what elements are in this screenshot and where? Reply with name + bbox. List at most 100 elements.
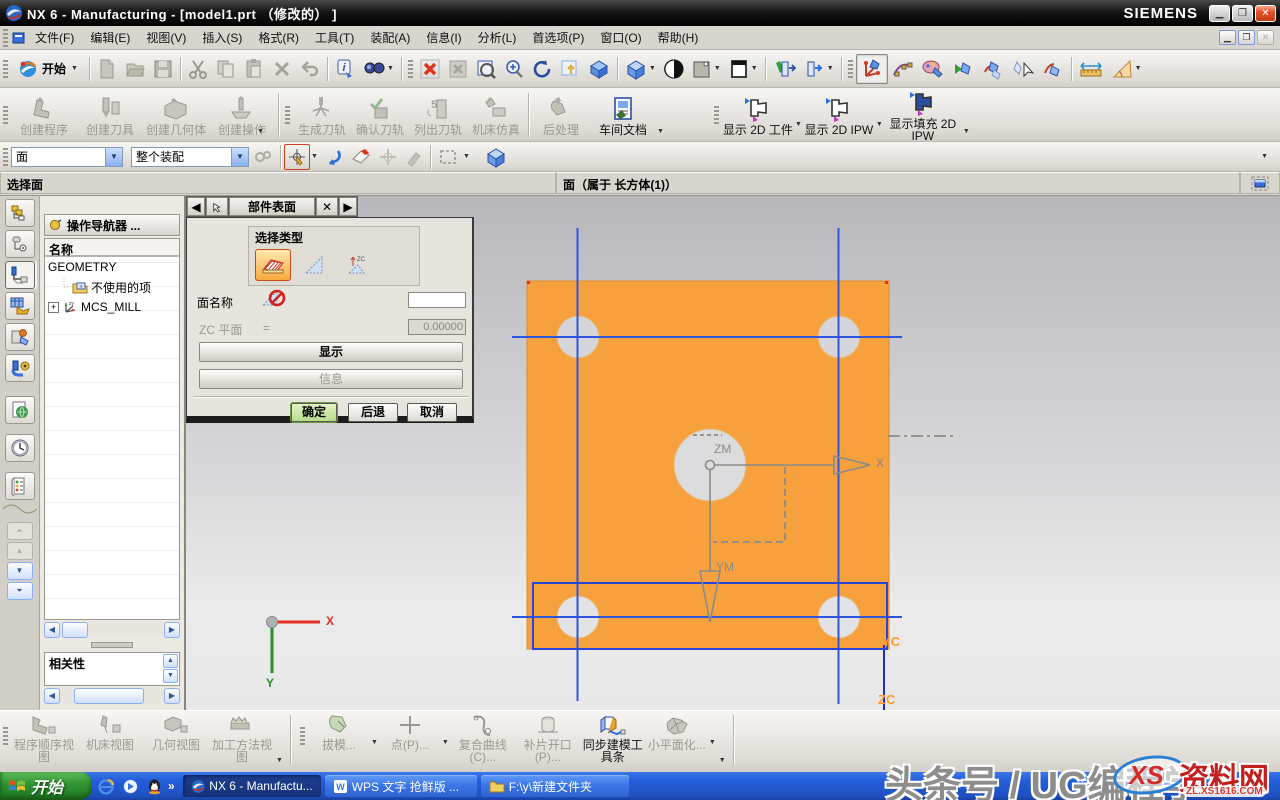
save-icon[interactable] [149, 55, 177, 83]
fit-window-icon[interactable] [1240, 172, 1280, 194]
find-icon[interactable]: ▼ [359, 55, 398, 83]
panel-splitter[interactable] [44, 641, 180, 649]
menu-window[interactable]: 窗口(O) [592, 26, 649, 49]
snap-point-toggle-icon[interactable] [284, 144, 310, 170]
graphics-viewport[interactable]: ZM YM X XC YC ZC X Y ◀ 部件表面 ✕ ▶ 选择类型 [186, 196, 1280, 710]
menu-insert[interactable]: 插入(S) [194, 26, 250, 49]
dropdown-caret-icon[interactable]: ▼ [876, 121, 883, 128]
group-overflow-caret-icon[interactable]: ▼ [657, 128, 664, 135]
toolbar-grip[interactable] [300, 727, 305, 745]
face-rule-button[interactable] [255, 249, 291, 281]
paste-icon[interactable] [240, 55, 268, 83]
zoom-fit-icon[interactable] [444, 55, 472, 83]
dynamic-csys-icon[interactable] [856, 54, 888, 84]
snap-point-icon[interactable] [1038, 55, 1068, 83]
point-set-icon[interactable] [888, 55, 918, 83]
fit-view-icon[interactable] [416, 55, 444, 83]
menu-file[interactable]: 文件(F) [27, 26, 82, 49]
show-filled-2d-ipw-button[interactable]: 显示填充 2D IPW [884, 88, 962, 142]
toolbar-grip[interactable] [3, 148, 8, 166]
quicklaunch-qq-icon[interactable] [144, 776, 164, 796]
create-tool-button[interactable]: 创建刀具 [77, 94, 143, 136]
task-wps[interactable]: W WPS 文字 抢鲜版 ... [325, 775, 477, 797]
shaded-cube-icon[interactable] [481, 143, 511, 171]
rectangle-select-caret-icon[interactable]: ▼ [463, 153, 470, 160]
scroll-bottom-button[interactable]: ⏷ [7, 582, 33, 600]
dialog-next-icon[interactable]: ▶ [339, 197, 357, 216]
pan-view-icon[interactable] [556, 55, 584, 83]
scroll-right-icon[interactable]: ▶ [164, 688, 180, 704]
program-order-view-button[interactable]: 程序顺序视图 [11, 711, 77, 763]
machining-method-view-button[interactable]: 加工方法视图 [209, 711, 275, 763]
create-program-button[interactable]: 创建程序 [11, 94, 77, 136]
mdi-restore-button[interactable]: ❐ [1238, 30, 1255, 45]
open-file-icon[interactable] [121, 55, 149, 83]
list-toolpath-button[interactable]: 5! 列出刀轨 [409, 94, 467, 136]
quicklaunch-ie-icon[interactable] [96, 776, 116, 796]
group-overflow-caret-icon[interactable]: ▼ [719, 757, 726, 764]
undo-selection-icon[interactable] [319, 144, 347, 170]
ok-button[interactable]: 确定 [291, 403, 337, 422]
navigator-header[interactable]: 操作导航器 ... [44, 214, 180, 236]
menu-tools[interactable]: 工具(T) [307, 26, 362, 49]
new-file-icon[interactable] [93, 55, 121, 83]
draft-tool-button[interactable]: 拔模... [308, 711, 370, 751]
mdi-minimize-button[interactable]: ▁ [1219, 30, 1236, 45]
synchronous-modeling-button[interactable]: 同步建模工具条 [580, 711, 646, 763]
combo-arrow-icon[interactable]: ▼ [231, 148, 248, 166]
dropdown-caret-icon[interactable]: ▼ [795, 121, 802, 128]
no-selection-rule-button[interactable] [255, 281, 291, 313]
deselect-icon[interactable] [347, 144, 375, 170]
zc-plane-rule-button[interactable]: ZC [340, 249, 376, 281]
zoom-box-icon[interactable] [472, 55, 500, 83]
menu-edit[interactable]: 编辑(E) [82, 26, 138, 49]
rendering-style-icon[interactable] [660, 55, 688, 83]
dropdown-caret-icon[interactable]: ▼ [371, 739, 378, 746]
facet-body-button[interactable]: 小平面化... [646, 711, 708, 751]
measure-angle-icon[interactable]: ▼ [1107, 55, 1146, 83]
back-button[interactable]: 后退 [348, 403, 398, 422]
perspective-icon[interactable] [584, 55, 614, 83]
scroll-right-icon[interactable]: ▶ [164, 622, 180, 638]
toolbar-grip[interactable] [3, 727, 8, 745]
delete-icon[interactable] [268, 55, 296, 83]
toolbar-grip[interactable] [714, 106, 719, 124]
show-2d-workpiece-button[interactable]: 显示 2D 工件 [722, 94, 794, 136]
true-shading-icon[interactable]: ▼ [725, 55, 762, 83]
geometry-view-button[interactable]: 几何视图 [143, 711, 209, 751]
scroll-left-icon[interactable]: ◀ [44, 622, 60, 638]
tree-row-unused[interactable]: ≡ 不使用的项 [45, 277, 179, 297]
create-geometry-button[interactable]: 创建几何体 [143, 94, 209, 136]
minimize-button[interactable]: ▁ [1209, 5, 1230, 22]
copy-icon[interactable] [212, 55, 240, 83]
combo-arrow-icon[interactable]: ▼ [105, 148, 122, 166]
snap-caret-icon[interactable]: ▼ [311, 153, 318, 160]
measure-distance-icon[interactable] [1075, 55, 1107, 83]
tree-row-mcs-mill[interactable]: + zy MCS_MILL [45, 297, 179, 317]
menu-preferences[interactable]: 首选项(P) [524, 26, 592, 49]
dropdown-caret-icon[interactable]: ▼ [442, 739, 449, 746]
machine-tool-view-button[interactable]: 机床视图 [77, 711, 143, 751]
toolbar-grip[interactable] [285, 106, 290, 124]
toolbar-grip[interactable] [3, 60, 8, 78]
immediate-hide-icon[interactable]: ▼ [799, 55, 838, 83]
deps-hscrollbar[interactable]: ◀ ▶ [44, 688, 180, 704]
type-filter-combo[interactable]: 面 ▼ [11, 147, 123, 167]
show-hide-icon[interactable] [769, 55, 799, 83]
selection-scope-combo[interactable]: 整个装配 ▼ [131, 147, 249, 167]
quicklaunch-chevron-icon[interactable]: » [168, 779, 175, 793]
dialog-prev-icon[interactable]: ◀ [187, 197, 205, 216]
scroll-left-icon[interactable]: ◀ [44, 688, 60, 704]
navigator-pin-icon[interactable] [49, 218, 63, 232]
menu-format[interactable]: 格式(R) [250, 26, 307, 49]
task-folder[interactable]: F:\y\新建文件夹 [481, 775, 629, 797]
verify-toolpath-button[interactable]: 确认刀轨 [351, 94, 409, 136]
patch-opening-button[interactable]: 补片开口(P)... [516, 711, 580, 763]
toolbar-grip[interactable] [408, 60, 413, 78]
group-overflow-caret-icon[interactable]: ▼ [963, 128, 970, 135]
menu-assemblies[interactable]: 装配(A) [362, 26, 418, 49]
deps-scroll-up-icon[interactable]: ▲ [163, 654, 178, 668]
close-button[interactable]: ✕ [1255, 5, 1276, 22]
tree-column-header[interactable]: 名称 [45, 239, 179, 257]
rotate-view-icon[interactable] [528, 55, 556, 83]
